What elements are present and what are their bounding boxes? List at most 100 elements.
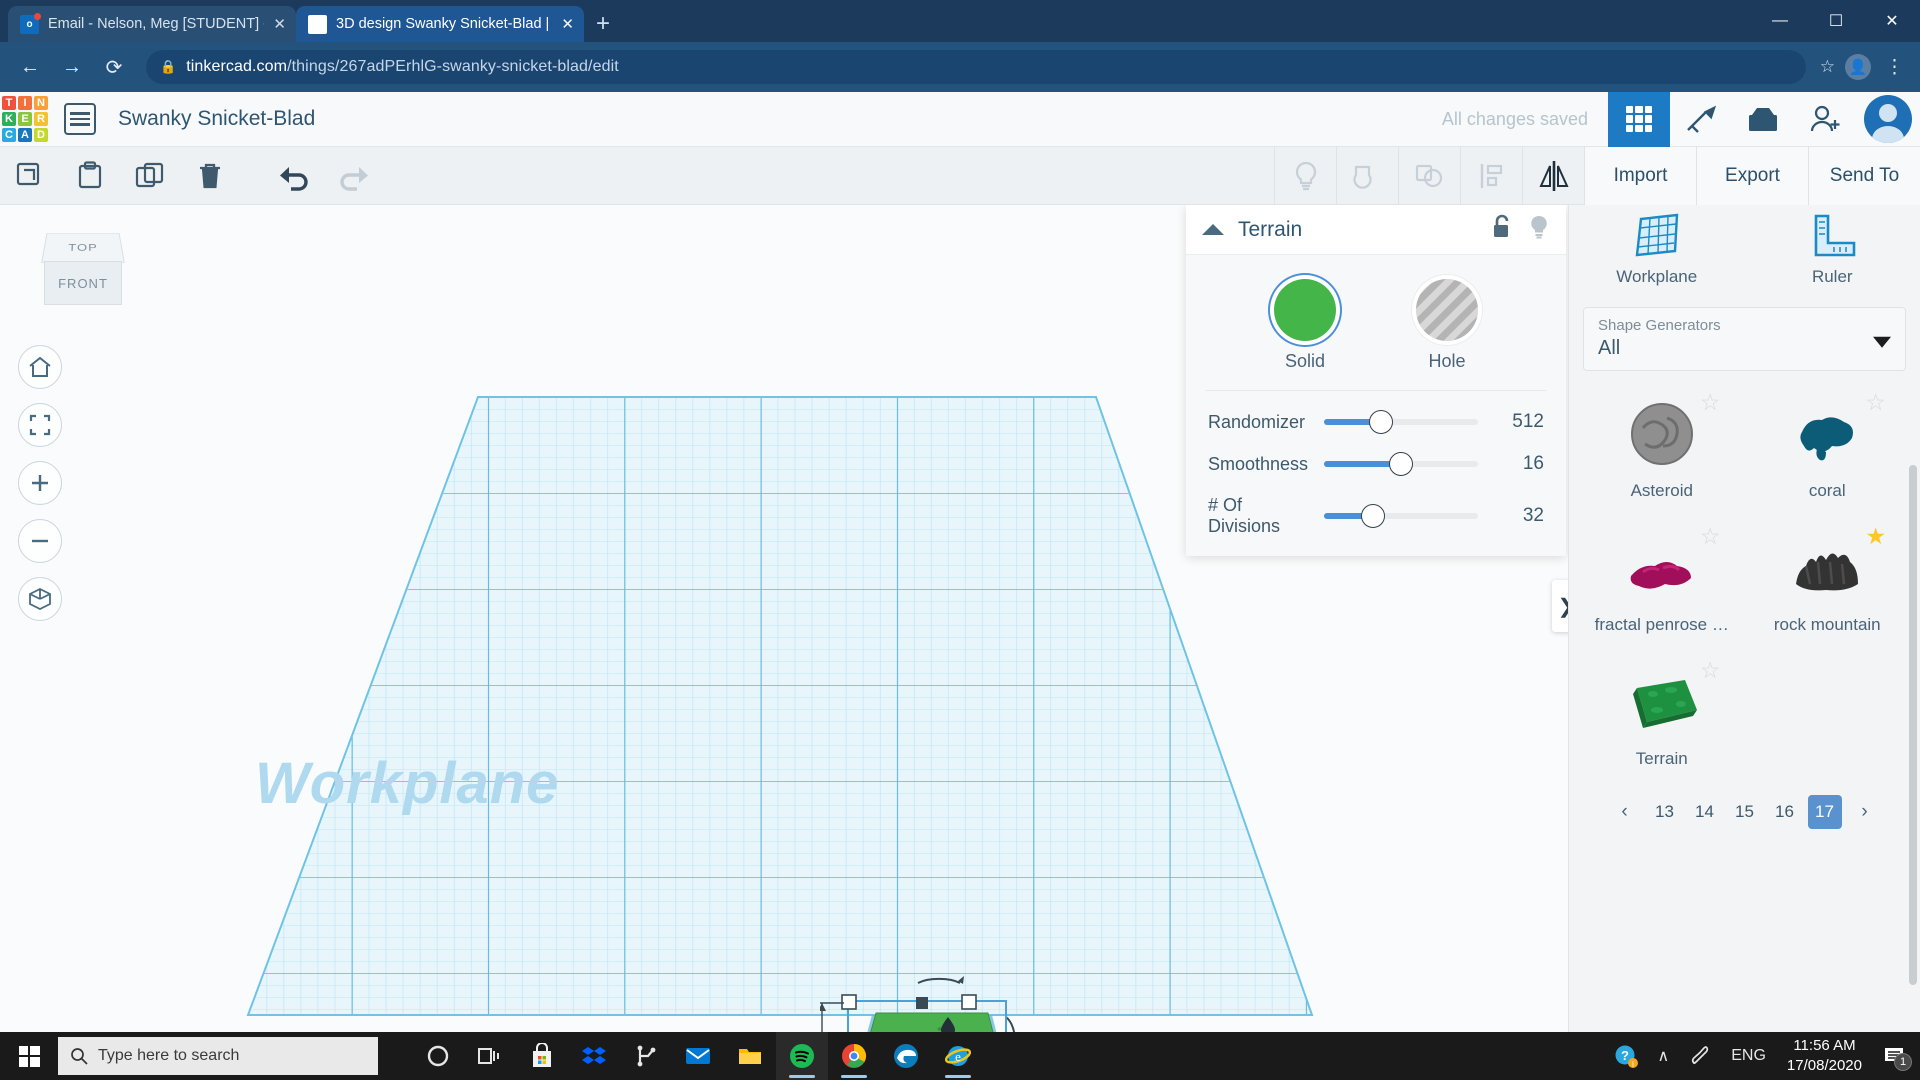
- page-16-button[interactable]: 16: [1768, 795, 1802, 829]
- close-icon[interactable]: ✕: [273, 17, 286, 32]
- export-button[interactable]: Export: [1696, 147, 1808, 205]
- solid-swatch[interactable]: [1274, 279, 1336, 341]
- chevron-up-icon[interactable]: [1202, 224, 1224, 235]
- page-15-button[interactable]: 15: [1728, 795, 1762, 829]
- language-indicator[interactable]: ENG: [1722, 1032, 1775, 1080]
- favorite-star-icon[interactable]: ☆: [1700, 657, 1721, 684]
- gallery-icon[interactable]: [1732, 92, 1794, 147]
- tinkercad-logo-icon[interactable]: TIN KER CAD: [2, 96, 48, 142]
- slider-divisions-track[interactable]: [1324, 513, 1478, 519]
- shape-item-terrain[interactable]: ☆ Terrain: [1579, 651, 1745, 785]
- bookmark-star-icon[interactable]: ☆: [1820, 57, 1835, 77]
- git-icon[interactable]: [620, 1032, 672, 1080]
- close-icon[interactable]: ✕: [561, 17, 574, 32]
- codeblocks-icon[interactable]: [1670, 92, 1732, 147]
- copy-icon[interactable]: [0, 147, 60, 205]
- undo-icon[interactable]: [264, 147, 324, 205]
- light-bulb-icon[interactable]: [1274, 147, 1336, 205]
- slider-smoothness-value[interactable]: 16: [1490, 453, 1544, 475]
- slider-divisions-value[interactable]: 32: [1490, 505, 1544, 527]
- zoom-in-icon[interactable]: [18, 461, 62, 505]
- close-window-button[interactable]: ✕: [1864, 0, 1920, 42]
- page-14-button[interactable]: 14: [1688, 795, 1722, 829]
- group-icon[interactable]: [1336, 147, 1398, 205]
- slider-randomizer-knob[interactable]: [1369, 410, 1393, 434]
- orthographic-icon[interactable]: [18, 577, 62, 621]
- file-explorer-icon[interactable]: [724, 1032, 776, 1080]
- task-view-icon[interactable]: [464, 1032, 516, 1080]
- profile-icon[interactable]: 👤: [1845, 54, 1871, 80]
- start-button[interactable]: [0, 1032, 58, 1080]
- mail-icon[interactable]: [672, 1032, 724, 1080]
- view-cube[interactable]: TOP FRONT: [36, 227, 132, 319]
- hole-swatch[interactable]: [1416, 279, 1478, 341]
- browser-tab-tinkercad[interactable]: 3D design Swanky Snicket-Blad | ✕: [296, 6, 584, 42]
- page-13-button[interactable]: 13: [1648, 795, 1682, 829]
- mode-solid[interactable]: Solid: [1274, 279, 1336, 372]
- address-bar[interactable]: 🔒 tinkercad.com/things/267adPErhlG-swank…: [146, 50, 1806, 84]
- chevron-down-icon[interactable]: [1873, 337, 1891, 348]
- mode-hole[interactable]: Hole: [1416, 279, 1478, 372]
- view-cube-front[interactable]: FRONT: [44, 261, 122, 305]
- favorite-star-icon[interactable]: ☆: [1700, 523, 1721, 550]
- new-tab-button[interactable]: +: [596, 12, 610, 36]
- microsoft-store-icon[interactable]: [516, 1032, 568, 1080]
- delete-icon[interactable]: [180, 147, 240, 205]
- show-hidden-icons-chevron[interactable]: ∧: [1649, 1032, 1679, 1080]
- grid-apps-icon[interactable]: [1608, 92, 1670, 147]
- reload-icon[interactable]: ⟳: [96, 49, 132, 85]
- duplicate-icon[interactable]: [120, 147, 180, 205]
- add-user-icon[interactable]: [1794, 92, 1856, 147]
- home-icon[interactable]: [18, 345, 62, 389]
- prev-page-button[interactable]: ‹: [1608, 795, 1642, 829]
- mirror-icon[interactable]: [1522, 147, 1584, 205]
- help-question-icon[interactable]: ?i: [1605, 1032, 1647, 1080]
- notification-icon[interactable]: 1: [1874, 1032, 1914, 1080]
- shape-item-rock-mountain[interactable]: ★ rock mountain: [1745, 517, 1911, 651]
- pen-icon[interactable]: [1680, 1032, 1720, 1080]
- slider-randomizer-track[interactable]: [1324, 419, 1478, 425]
- account-avatar[interactable]: [1864, 95, 1912, 143]
- taskbar-search[interactable]: Type here to search: [58, 1037, 378, 1075]
- forward-icon[interactable]: →: [54, 49, 90, 85]
- browser-tab-email[interactable]: o Email - Nelson, Meg [STUDENT] - ✕: [8, 6, 296, 42]
- slider-randomizer-value[interactable]: 512: [1490, 411, 1544, 433]
- slider-smoothness-knob[interactable]: [1389, 452, 1413, 476]
- cortana-icon[interactable]: [412, 1032, 464, 1080]
- minimize-button[interactable]: —: [1752, 0, 1808, 42]
- page-17-button[interactable]: 17: [1808, 795, 1842, 829]
- paste-icon[interactable]: [60, 147, 120, 205]
- favorite-star-icon[interactable]: ★: [1865, 523, 1886, 550]
- import-button[interactable]: Import: [1584, 147, 1696, 205]
- dropbox-icon[interactable]: [568, 1032, 620, 1080]
- taskbar-clock[interactable]: 11:56 AM 17/08/2020: [1777, 1036, 1872, 1077]
- align-icon[interactable]: [1460, 147, 1522, 205]
- slider-smoothness-track[interactable]: [1324, 461, 1478, 467]
- sidebar-scrollbar[interactable]: [1909, 465, 1917, 985]
- favorite-star-icon[interactable]: ☆: [1865, 389, 1886, 416]
- shape-item-asteroid[interactable]: ☆ Asteroid: [1579, 383, 1745, 517]
- shape-item-fractal-penrose[interactable]: ☆ fractal penrose …: [1579, 517, 1745, 651]
- view-cube-top[interactable]: TOP: [41, 233, 125, 263]
- redo-icon[interactable]: [324, 147, 384, 205]
- slider-divisions-knob[interactable]: [1361, 504, 1385, 528]
- sidebar-item-workplane[interactable]: Workplane: [1569, 205, 1745, 295]
- terrain-object-selected[interactable]: [820, 955, 1150, 1032]
- maximize-button[interactable]: ☐: [1808, 0, 1864, 42]
- next-page-button[interactable]: ›: [1848, 795, 1882, 829]
- shape-item-coral[interactable]: ☆ coral: [1745, 383, 1911, 517]
- internet-explorer-icon[interactable]: e: [932, 1032, 984, 1080]
- spotify-icon[interactable]: [776, 1032, 828, 1080]
- send-to-button[interactable]: Send To: [1808, 147, 1920, 205]
- sidebar-item-ruler[interactable]: Ruler: [1745, 205, 1920, 295]
- edge-icon[interactable]: [880, 1032, 932, 1080]
- zoom-out-icon[interactable]: [18, 519, 62, 563]
- back-icon[interactable]: ←: [12, 49, 48, 85]
- project-menu-icon[interactable]: [64, 103, 96, 135]
- light-bulb-icon[interactable]: [1528, 214, 1550, 245]
- fit-view-icon[interactable]: [18, 403, 62, 447]
- unlock-icon[interactable]: [1492, 214, 1514, 245]
- shape-generators-select[interactable]: Shape Generators All: [1583, 307, 1906, 371]
- page-title[interactable]: Swanky Snicket-Blad: [118, 107, 315, 131]
- chrome-menu-icon[interactable]: ⋮: [1881, 56, 1908, 79]
